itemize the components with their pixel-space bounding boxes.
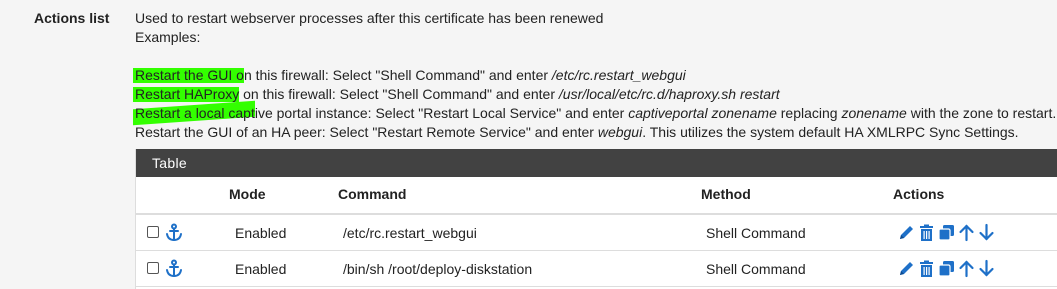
example-restart-captive-portal: Restart a local captive portal instance:… — [135, 105, 1057, 121]
example-restart-ha-peer: Restart the GUI of an HA peer: Select "R… — [135, 124, 1019, 140]
row-mode: Enabled — [235, 261, 287, 277]
column-header-actions: Actions — [893, 186, 945, 202]
anchor-icon[interactable] — [164, 223, 184, 243]
arrow-up-icon[interactable] — [957, 223, 976, 242]
example-restart-gui: Restart the GUI on this firewall: Select… — [135, 67, 686, 83]
description-line: Used to restart webserver processes afte… — [135, 10, 604, 26]
copy-icon[interactable] — [937, 259, 956, 278]
row-select-checkbox[interactable] — [147, 262, 159, 274]
row-actions — [897, 223, 996, 242]
table-row: Enabled /bin/sh /root/deploy-diskstation… — [136, 251, 1057, 287]
example-restart-haproxy: Restart HAProxy on this firewall: Select… — [135, 86, 780, 102]
arrow-up-icon[interactable] — [957, 259, 976, 278]
edit-pencil-icon[interactable] — [897, 223, 916, 242]
row-command: /bin/sh /root/deploy-diskstation — [343, 261, 533, 277]
row-method: Shell Command — [706, 225, 806, 241]
row-method: Shell Command — [706, 261, 806, 277]
trash-icon[interactable] — [917, 223, 936, 242]
copy-icon[interactable] — [937, 223, 956, 242]
arrow-down-icon[interactable] — [977, 223, 996, 242]
row-mode: Enabled — [235, 225, 287, 241]
row-actions — [897, 259, 996, 278]
row-select-checkbox[interactable] — [147, 226, 159, 238]
actions-table: Table Mode Command Method Actions Enable… — [135, 149, 1057, 289]
highlight-mark: Restart a local capt — [135, 105, 255, 121]
highlight-mark: Restart the GUI o — [135, 67, 244, 83]
edit-pencil-icon[interactable] — [897, 259, 916, 278]
arrow-down-icon[interactable] — [977, 259, 996, 278]
row-command: /etc/rc.restart_webgui — [343, 225, 477, 241]
actions-list-label: Actions list — [34, 10, 110, 26]
column-header-mode: Mode — [229, 186, 266, 202]
table-header-row: Mode Command Method Actions — [136, 177, 1057, 215]
column-header-command: Command — [338, 186, 407, 202]
trash-icon[interactable] — [917, 259, 936, 278]
actions-list-description: Used to restart webserver processes afte… — [135, 9, 1057, 142]
column-header-method: Method — [701, 186, 751, 202]
examples-heading: Examples: — [135, 29, 201, 45]
table-row: Enabled /etc/rc.restart_webgui Shell Com… — [136, 215, 1057, 251]
highlight-mark: Restart HAProxy — [135, 86, 240, 102]
anchor-icon[interactable] — [164, 259, 184, 279]
table-title: Table — [136, 149, 1057, 177]
